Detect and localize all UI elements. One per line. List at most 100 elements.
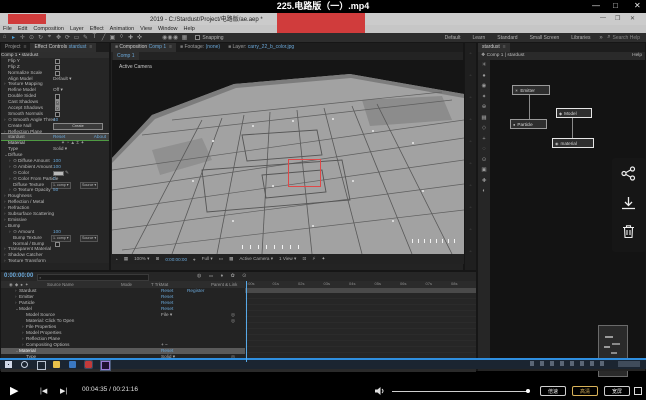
stardust-breadcrumb[interactable]: ❖ Comp 1 | stardust	[481, 53, 524, 58]
menu-help[interactable]: Help	[184, 26, 195, 32]
node-model[interactable]: ◆Model	[556, 108, 592, 118]
timeline-view-toggles[interactable]: ◍ ⚏ ♦ ✿ ⊙	[197, 273, 249, 279]
grid-icon[interactable]: ▦	[180, 34, 189, 41]
workspace-libraries[interactable]: Libraries	[571, 35, 590, 41]
node-type-icon-7[interactable]: +	[478, 134, 490, 145]
timeline-search[interactable]: ⌕	[37, 274, 149, 282]
snapshot-icon[interactable]: ⌖	[193, 257, 196, 262]
track-lanes[interactable]	[245, 293, 476, 362]
eraser-tool-icon[interactable]: ◊	[117, 34, 126, 41]
resolution-select[interactable]: Full ▾	[202, 256, 213, 262]
exposure-icon[interactable]: ✦	[321, 256, 325, 262]
puppet-tool-icon[interactable]: ✜	[135, 34, 144, 41]
task-view-icon[interactable]	[37, 361, 46, 370]
selection-tool-icon[interactable]: ▸	[9, 34, 18, 41]
pixel-aspect-icon[interactable]: ⊡	[302, 256, 306, 262]
share-icon[interactable]	[621, 166, 636, 181]
play-button[interactable]: ▶	[10, 384, 18, 397]
tab-stardust[interactable]: stardust≡	[478, 43, 510, 52]
hand-icon[interactable]: ◔	[115, 257, 118, 262]
node-type-icon-9[interactable]: ⊙	[478, 155, 490, 166]
system-tray-icons[interactable]	[530, 361, 610, 366]
current-time[interactable]: 0:00:00:00	[4, 273, 33, 279]
taskbar-app-blue-icon[interactable]	[69, 361, 76, 368]
node-type-icon-2[interactable]: ◉	[478, 81, 490, 92]
after-effects-taskbar-icon[interactable]	[101, 361, 110, 370]
node-particle[interactable]: ●Particle	[510, 119, 547, 129]
pen-tool-icon[interactable]: ✎	[81, 34, 90, 41]
next-button[interactable]: ▶|	[60, 387, 67, 395]
menu-composition[interactable]: Composition	[33, 26, 64, 32]
viewport[interactable]: Active Camera	[112, 60, 464, 254]
hand-tool-icon[interactable]: ✛	[18, 34, 27, 41]
taskbar-search-icon[interactable]	[21, 361, 28, 368]
col-trkmat[interactable]: T TrkMat	[151, 282, 168, 287]
zoom-tool-icon[interactable]: ⊙	[27, 34, 36, 41]
viewer-time[interactable]: 0:00:00:00	[165, 257, 187, 262]
widescreen-button[interactable]: 宽屏	[604, 386, 630, 396]
node-type-icon-4[interactable]: ⊕	[478, 102, 490, 113]
comp-subtab[interactable]: Comp 1	[113, 52, 139, 60]
ae-maximize-button[interactable]: ❐	[615, 15, 620, 22]
node-type-icon-12[interactable]: ◐	[478, 186, 490, 197]
col-source-name[interactable]: Source Name	[47, 282, 74, 287]
volume-slider-knob[interactable]	[526, 389, 530, 393]
previous-button[interactable]: |◀	[40, 387, 47, 395]
col-parent[interactable]: Parent & Link	[211, 282, 237, 287]
file-explorer-icon[interactable]	[53, 361, 60, 368]
guides-icon[interactable]: ⊞	[155, 256, 159, 262]
rect-tool-icon[interactable]: ▭	[72, 34, 81, 41]
player-minimize-button[interactable]: —	[592, 0, 600, 12]
viewer-tab--none-[interactable]: ■ Footage: (none)	[176, 43, 224, 52]
menu-effect[interactable]: Effect	[90, 26, 104, 32]
menu-animation[interactable]: Animation	[110, 26, 134, 32]
collapsed-panels-strip[interactable]: ▫▫▫▫▫▫▫▫▫▫	[464, 42, 477, 271]
menu-edit[interactable]: Edit	[18, 26, 27, 32]
fullscreen-button[interactable]	[634, 387, 642, 395]
volume-slider[interactable]	[392, 391, 528, 392]
menu-view[interactable]: View	[140, 26, 152, 32]
tab-project[interactable]: Project≡	[1, 43, 30, 52]
tab-effect-controls[interactable]: Effect Controls stardust≡	[30, 43, 96, 52]
workspace-people-icon[interactable]: ◉◉	[162, 34, 171, 41]
snapping-checkbox[interactable]	[195, 35, 200, 40]
ae-close-button[interactable]: ✕	[630, 15, 635, 22]
timeline-ruler[interactable]: :00s01s02s03s04s05s06s07s08s	[245, 281, 476, 288]
speed-button[interactable]: 倍速	[540, 386, 566, 396]
start-button[interactable]	[5, 361, 12, 368]
camera-select[interactable]: Active Camera ▾	[239, 256, 273, 262]
quality-button[interactable]: 高清	[572, 386, 598, 396]
type-tool-icon[interactable]: T	[90, 34, 99, 41]
player-maximize-button[interactable]: □	[613, 0, 618, 12]
workspace-person-icon[interactable]: ◉	[171, 34, 180, 41]
fast-preview-icon[interactable]: ⚡	[312, 256, 315, 262]
node-type-icon-6[interactable]: ◇	[478, 123, 490, 134]
workspace-learn[interactable]: Learn	[472, 35, 485, 41]
transparency-icon[interactable]: ▩	[229, 256, 233, 262]
stamp-tool-icon[interactable]: ▣	[108, 34, 117, 41]
workspace-default[interactable]: Default	[445, 35, 461, 41]
camera-tool-icon[interactable]: ⌖	[45, 34, 54, 41]
node-type-icon-5[interactable]: ▦	[478, 113, 490, 124]
ae-minimize-button[interactable]: —	[600, 15, 606, 21]
pan-tool-icon[interactable]: ✥	[54, 34, 63, 41]
rotate-tool-icon[interactable]: ⟳	[63, 34, 72, 41]
taskbar-app-red-icon[interactable]	[85, 361, 92, 368]
node-type-icon-0[interactable]: ✳	[478, 60, 490, 71]
viewer-tab-comp-1[interactable]: ■ Composition Comp 1≡	[111, 43, 176, 52]
trash-icon[interactable]	[621, 224, 636, 239]
node-type-icon-8[interactable]: ◌	[478, 144, 490, 155]
view-layout-select[interactable]: 1 View ▾	[279, 256, 296, 262]
node-type-icon-11[interactable]: ✚	[478, 176, 490, 187]
volume-icon[interactable]	[375, 386, 385, 396]
zoom-level[interactable]: 100% ▾	[134, 256, 149, 262]
node-type-icon-1[interactable]: ●	[478, 71, 490, 82]
menu-file[interactable]: File	[3, 26, 12, 32]
roi-icon[interactable]: ▭	[219, 256, 223, 262]
playhead[interactable]	[246, 281, 247, 362]
workspace-overflow-icon[interactable]: »	[596, 35, 605, 41]
menu-layer[interactable]: Layer	[70, 26, 84, 32]
node-emitter[interactable]: ✳Emitter	[512, 85, 550, 95]
player-close-button[interactable]: ✕	[634, 0, 641, 12]
download-icon[interactable]	[621, 196, 636, 211]
